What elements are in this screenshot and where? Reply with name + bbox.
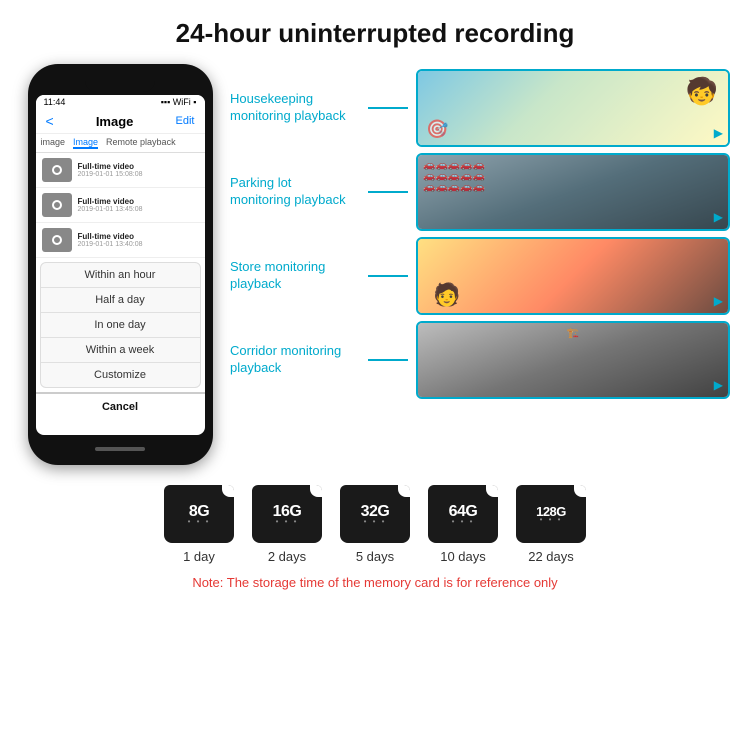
panel-label-housekeeping: Housekeepingmonitoring playback [230, 91, 360, 125]
sd-dots-5: • • • [540, 515, 563, 524]
item-title-2: Full-time video [78, 197, 143, 206]
phone-list-item-2: Full-time video 2019-01-01 13:45:08 [36, 188, 205, 223]
play-icon-1 [52, 165, 62, 175]
connector-2 [368, 191, 408, 193]
sd-notch-1 [222, 485, 234, 497]
stairs-detail: 🏗️ [567, 328, 579, 339]
dropdown-item-4[interactable]: Within a week [41, 338, 200, 363]
sd-card-8g: 8G • • • [164, 485, 234, 543]
panel-img-corridor: 🏗️ [416, 321, 730, 399]
corridor-image: 🏗️ [418, 323, 728, 397]
storage-days-16g: 2 days [268, 549, 306, 564]
store-person: 🧑 [433, 282, 460, 308]
dropdown-item-1[interactable]: Within an hour [41, 263, 200, 288]
page-header: 24-hour uninterrupted recording [0, 0, 750, 59]
item-title-1: Full-time video [78, 162, 143, 171]
store-image: 🧑 [418, 239, 728, 313]
sd-notch-5 [574, 485, 586, 497]
storage-days-8g: 1 day [183, 549, 215, 564]
dropdown-item-2[interactable]: Half a day [41, 288, 200, 313]
phone-list-item-3: Full-time video 2019-01-01 13:40:08 [36, 223, 205, 258]
connector-3 [368, 275, 408, 277]
phone-bottom-bar [36, 435, 205, 455]
phone-back-button[interactable]: < [46, 113, 54, 129]
phone-thumb-1 [42, 158, 72, 182]
play-icon-2 [52, 200, 62, 210]
dropdown-cancel-button[interactable]: Cancel [36, 392, 205, 420]
item-date-3: 2019-01-01 13:40:08 [78, 241, 143, 248]
storage-item-64g: 64G • • • 10 days [428, 485, 498, 564]
phone-tab-remote[interactable]: Remote playback [106, 137, 176, 149]
sd-card-64g: 64G • • • [428, 485, 498, 543]
phone-tab-image[interactable]: image [41, 137, 66, 149]
panel-label-corridor: Corridor monitoringplayback [230, 343, 360, 377]
panel-row-corridor: Corridor monitoringplayback 🏗️ [230, 321, 730, 399]
note-text: Note: The storage time of the memory car… [192, 575, 557, 590]
housekeeping-image: 🧒 🎯 [418, 71, 728, 145]
parking-image: 🚗🚗🚗🚗🚗🚗🚗🚗🚗🚗🚗🚗🚗🚗🚗 [418, 155, 728, 229]
play-icon-3 [52, 235, 62, 245]
phone-notch [85, 74, 155, 92]
phone-thumb-2 [42, 193, 72, 217]
phone-item-text-1: Full-time video 2019-01-01 15:08:08 [78, 162, 143, 178]
phone-tabs: image Image Remote playback [36, 134, 205, 153]
phone-nav-title: Image [96, 114, 134, 129]
sd-card-16g: 16G • • • [252, 485, 322, 543]
storage-days-64g: 10 days [440, 549, 486, 564]
carpet-detail: 🎯 [426, 119, 448, 140]
storage-note: Note: The storage time of the memory car… [0, 569, 750, 596]
phone-device: 11:44 ▪▪▪ WiFi ▪ < Image Edit image Imag… [28, 64, 213, 465]
right-panels: Housekeepingmonitoring playback 🧒 🎯 Park… [230, 64, 730, 399]
phone-nav-bar: < Image Edit [36, 109, 205, 134]
phone-time: 11:44 [44, 97, 66, 107]
parking-detail: 🚗🚗🚗🚗🚗🚗🚗🚗🚗🚗🚗🚗🚗🚗🚗 [423, 160, 485, 193]
storage-days-128g: 22 days [528, 549, 574, 564]
storage-item-128g: 128G • • • 22 days [516, 485, 586, 564]
phone-mockup: 11:44 ▪▪▪ WiFi ▪ < Image Edit image Imag… [20, 64, 220, 465]
dropdown-item-5[interactable]: Customize [41, 363, 200, 387]
phone-edit-button[interactable]: Edit [176, 115, 195, 127]
sd-dots-4: • • • [452, 517, 475, 526]
storage-item-8g: 8G • • • 1 day [164, 485, 234, 564]
storage-days-32g: 5 days [356, 549, 394, 564]
panel-img-parking: 🚗🚗🚗🚗🚗🚗🚗🚗🚗🚗🚗🚗🚗🚗🚗 [416, 153, 730, 231]
sd-dots-2: • • • [276, 517, 299, 526]
panel-row-housekeeping: Housekeepingmonitoring playback 🧒 🎯 [230, 69, 730, 147]
phone-thumb-3 [42, 228, 72, 252]
main-content: 11:44 ▪▪▪ WiFi ▪ < Image Edit image Imag… [0, 64, 750, 465]
phone-signal: ▪▪▪ WiFi ▪ [161, 97, 197, 107]
phone-dropdown: Within an hour Half a day In one day Wit… [40, 262, 201, 388]
connector-4 [368, 359, 408, 361]
phone-list-item: Full-time video 2019-01-01 15:08:08 [36, 153, 205, 188]
item-date-2: 2019-01-01 13:45:08 [78, 206, 143, 213]
panel-label-store: Store monitoringplayback [230, 259, 360, 293]
dropdown-item-3[interactable]: In one day [41, 313, 200, 338]
phone-screen: 11:44 ▪▪▪ WiFi ▪ < Image Edit image Imag… [36, 95, 205, 435]
phone-status-bar: 11:44 ▪▪▪ WiFi ▪ [36, 95, 205, 109]
sd-notch-3 [398, 485, 410, 497]
panel-row-store: Store monitoringplayback 🧑 [230, 237, 730, 315]
sd-dots-1: • • • [188, 517, 211, 526]
sd-notch-4 [486, 485, 498, 497]
item-title-3: Full-time video [78, 232, 143, 241]
connector-1 [368, 107, 408, 109]
item-date-1: 2019-01-01 15:08:08 [78, 171, 143, 178]
phone-item-text-2: Full-time video 2019-01-01 13:45:08 [78, 197, 143, 213]
storage-item-16g: 16G • • • 2 days [252, 485, 322, 564]
phone-tab-image2[interactable]: Image [73, 137, 98, 149]
sd-notch-2 [310, 485, 322, 497]
storage-section: 8G • • • 1 day 16G • • • 2 days 32G • • … [0, 470, 750, 569]
storage-item-32g: 32G • • • 5 days [340, 485, 410, 564]
sd-dots-3: • • • [364, 517, 387, 526]
panel-img-housekeeping: 🧒 🎯 [416, 69, 730, 147]
sd-card-128g: 128G • • • [516, 485, 586, 543]
panel-label-parking: Parking lotmonitoring playback [230, 175, 360, 209]
panel-img-store: 🧑 [416, 237, 730, 315]
panel-row-parking: Parking lotmonitoring playback 🚗🚗🚗🚗🚗🚗🚗🚗🚗… [230, 153, 730, 231]
page-title: 24-hour uninterrupted recording [20, 18, 730, 49]
phone-item-text-3: Full-time video 2019-01-01 13:40:08 [78, 232, 143, 248]
child-figure: 🧒 [686, 76, 718, 107]
phone-home-bar [95, 447, 145, 451]
sd-card-32g: 32G • • • [340, 485, 410, 543]
